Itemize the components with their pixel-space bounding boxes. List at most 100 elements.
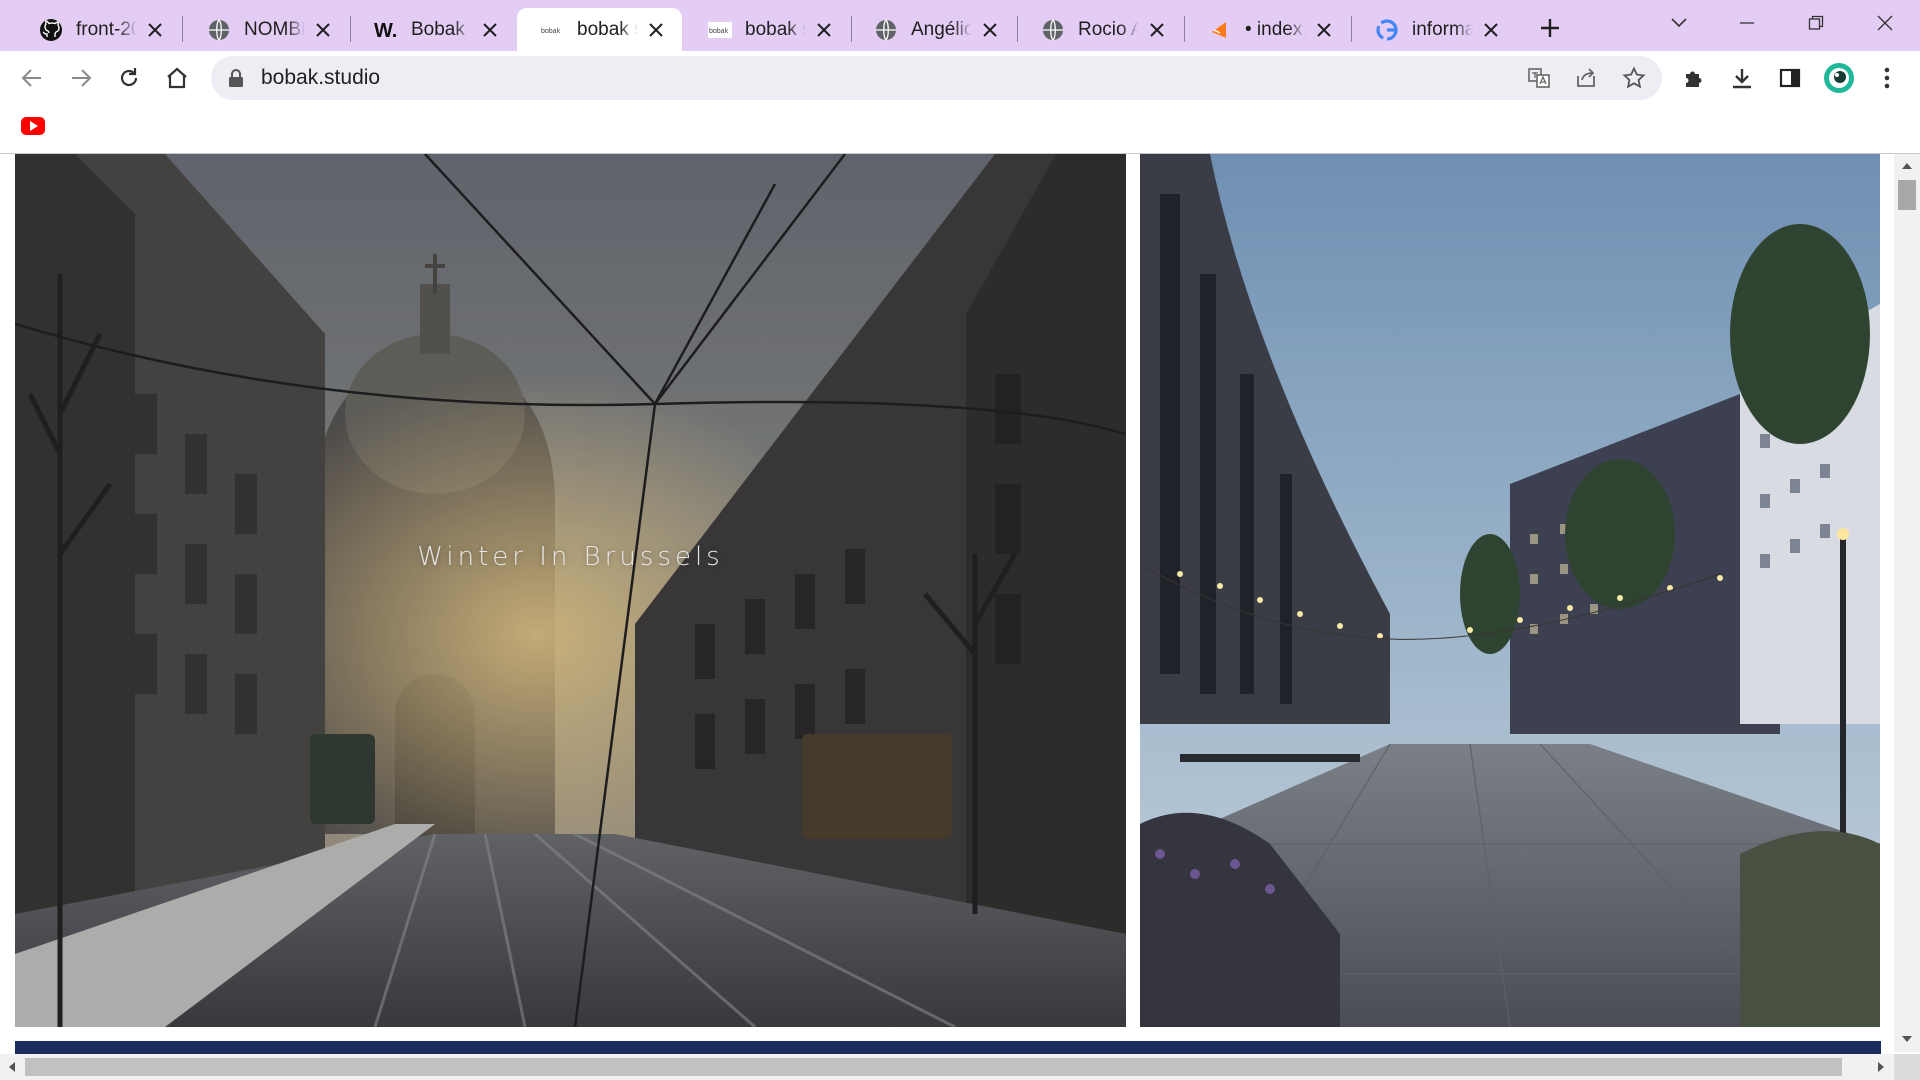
tab-close-button[interactable] — [1145, 18, 1169, 42]
w-logo-icon: W. — [374, 20, 397, 42]
close-icon — [316, 22, 330, 37]
page-viewport: Winter In Brussels — [0, 154, 1920, 1080]
chevron-down-icon — [1671, 18, 1687, 28]
side-panel-icon — [1779, 68, 1801, 88]
close-icon — [1484, 22, 1498, 37]
puzzle-icon — [1686, 71, 1702, 87]
bobak-favicon: bobak — [540, 21, 564, 38]
share-button[interactable] — [1572, 64, 1600, 92]
tab-title: Angélica — [911, 18, 972, 40]
browser-tab[interactable]: W. Bobak Studio — [351, 8, 516, 51]
close-window-button[interactable] — [1864, 6, 1906, 40]
share-icon — [1577, 68, 1595, 87]
scroll-down-icon[interactable] — [1902, 1036, 1912, 1042]
home-icon — [167, 67, 187, 89]
home-button[interactable] — [160, 61, 194, 95]
tab-favicon — [873, 17, 899, 43]
address-url[interactable]: bobak.studio — [261, 66, 380, 90]
browser-tab[interactable]: bobak bobak studio — [517, 8, 682, 51]
close-icon — [983, 22, 997, 37]
globe-icon — [209, 19, 229, 40]
close-icon — [1150, 22, 1164, 37]
tab-title: informatio — [1412, 18, 1473, 40]
globe-icon — [1043, 19, 1063, 40]
close-icon — [483, 22, 497, 37]
tab-title: Rocio Alle — [1078, 18, 1139, 40]
downloads-button[interactable] — [1725, 61, 1759, 95]
browser-tab[interactable]: informatio — [1352, 8, 1517, 51]
youtube-bookmark[interactable] — [21, 117, 45, 135]
tab-favicon: bobak — [707, 17, 733, 43]
minimize-icon — [1740, 22, 1754, 24]
translate-button[interactable] — [1525, 64, 1553, 92]
tab-close-button[interactable] — [1312, 18, 1336, 42]
browser-tab[interactable]: bobak bobak studio — [685, 8, 850, 51]
scroll-right-icon[interactable] — [1878, 1062, 1884, 1072]
tab-favicon — [206, 17, 232, 43]
tab-favicon — [1374, 17, 1400, 43]
tab-title: bobak studio — [745, 18, 806, 40]
scroll-left-icon[interactable] — [9, 1062, 15, 1072]
restore-icon — [1808, 15, 1824, 30]
browser-tab[interactable]: NOMBRE — [184, 8, 349, 51]
close-icon — [148, 22, 162, 37]
horizontal-scrollbar[interactable] — [0, 1054, 1894, 1080]
vertical-scrollbar[interactable] — [1894, 154, 1920, 1052]
lock-icon — [229, 69, 243, 87]
bobak-favicon: bobak — [708, 21, 732, 38]
tab-close-button[interactable] — [644, 18, 668, 42]
address-bar[interactable]: bobak.studio — [211, 56, 1662, 100]
kebab-menu-icon — [1884, 67, 1890, 89]
reload-button[interactable] — [112, 61, 146, 95]
bookmark-star-button[interactable] — [1620, 64, 1648, 92]
svg-text:bobak: bobak — [541, 28, 561, 35]
svg-text:W.: W. — [374, 20, 397, 42]
horizontal-scroll-thumb[interactable] — [25, 1058, 1842, 1076]
project-card-courtyard[interactable] — [1140, 154, 1880, 1027]
tab-close-button[interactable] — [978, 18, 1002, 42]
extensions-button[interactable] — [1677, 61, 1711, 95]
browser-tab[interactable]: Rocio Alle — [1018, 8, 1183, 51]
tab-title: • index.html — [1245, 18, 1306, 40]
tab-close-button[interactable] — [478, 18, 502, 42]
browser-tab[interactable]: • index.html — [1185, 8, 1350, 51]
tab-search-button[interactable] — [1658, 6, 1700, 40]
browser-tab[interactable]: front-2023 — [16, 8, 181, 51]
back-button[interactable] — [15, 61, 49, 95]
browser-menu-button[interactable] — [1870, 61, 1904, 95]
globe-icon — [876, 19, 896, 40]
forward-button[interactable] — [64, 61, 98, 95]
courtyard-image — [1140, 154, 1880, 1027]
youtube-icon — [30, 121, 38, 131]
translate-icon — [1528, 68, 1550, 88]
minimize-button[interactable] — [1726, 6, 1768, 40]
google-icon — [1376, 18, 1398, 41]
scroll-up-icon[interactable] — [1902, 163, 1912, 169]
close-icon — [817, 22, 831, 37]
download-icon — [1733, 69, 1751, 89]
profile-button[interactable] — [1822, 61, 1856, 95]
close-icon — [649, 22, 663, 37]
tab-close-button[interactable] — [1479, 18, 1503, 42]
project-card-winter-in-brussels[interactable]: Winter In Brussels — [15, 154, 1126, 1027]
browser-tab[interactable]: Angélica — [851, 8, 1016, 51]
svg-text:bobak: bobak — [709, 28, 729, 35]
avatar — [1824, 63, 1854, 93]
project-title[interactable]: Winter In Brussels — [15, 542, 1126, 572]
plus-icon — [1541, 19, 1559, 37]
restore-button[interactable] — [1795, 6, 1837, 40]
side-panel-button[interactable] — [1773, 61, 1807, 95]
new-tab-button[interactable] — [1534, 12, 1566, 44]
tab-close-button[interactable] — [143, 18, 167, 42]
tab-close-button[interactable] — [812, 18, 836, 42]
vertical-scroll-thumb[interactable] — [1898, 180, 1916, 210]
tab-separator — [182, 16, 183, 42]
winter-street-image — [15, 154, 1126, 1027]
star-icon — [1622, 66, 1646, 89]
arrow-right-icon — [72, 69, 92, 87]
vscode-icon — [1212, 21, 1226, 38]
accent-bar — [15, 1041, 1881, 1055]
scrollbar-corner — [1894, 1054, 1920, 1080]
tab-close-button[interactable] — [311, 18, 335, 42]
close-icon — [1877, 15, 1893, 31]
